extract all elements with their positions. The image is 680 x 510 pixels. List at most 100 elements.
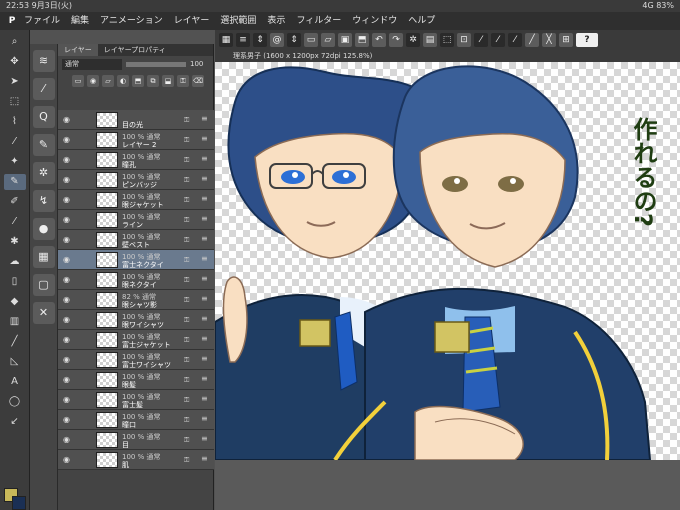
layer-menu-icon[interactable]: ≡ [201,354,208,363]
canvas[interactable]: 作れるの? [215,62,680,460]
airbrush-tool-icon[interactable]: ✱ [4,234,26,250]
canvas-tab[interactable]: 理系男子 (1600 x 1200px 72dpi 125.8%) [215,50,680,62]
sparkle-icon[interactable]: ✲ [406,33,420,47]
layer-menu-icon[interactable]: ≡ [201,314,208,323]
opacity-slider[interactable] [126,61,186,67]
new-folder-icon[interactable]: ▱ [102,75,114,87]
menu-file[interactable]: ファイル [24,12,60,30]
duplicate-icon[interactable]: ⧉ [147,75,159,87]
layer-row[interactable]: ◉ 100 % 通常肌 ⚿ ≡ [58,450,214,470]
layer-menu-icon[interactable]: ≡ [201,274,208,283]
subtool-circle-icon[interactable]: ● [32,218,55,240]
subtool-brush-icon[interactable]: ⁄ [32,78,55,100]
subtool-pen-icon[interactable]: ≋ [32,50,55,72]
blend-mode-select[interactable]: 通常 [62,58,122,70]
undo-icon[interactable]: ↶ [372,33,386,47]
lock-icon[interactable]: ⚿ [184,176,189,185]
export-icon[interactable]: ⬒ [355,33,369,47]
layer-menu-icon[interactable]: ≡ [201,234,208,243]
layer-row[interactable]: ◉ 100 % 通常目 ⚿ ≡ [58,430,214,450]
snap-special-icon[interactable]: ╳ [542,33,556,47]
lock-icon[interactable]: ⚿ [184,376,189,385]
pencil-tool-icon[interactable]: ✐ [4,194,26,210]
menu-window[interactable]: ウィンドウ [352,12,397,30]
grid-icon[interactable]: ▦ [219,33,233,47]
lock-icon[interactable]: ⚿ [184,336,189,345]
menu-layer[interactable]: レイヤー [174,12,210,30]
lock-icon[interactable]: ⚿ [184,276,189,285]
selection-icon[interactable]: ⬚ [440,33,454,47]
layer-row[interactable]: ◉ 100 % 通常 眼ジャケット ⚿ ≡ [58,190,214,210]
pen-tool-icon[interactable]: ✎ [3,174,26,190]
ruler-tool-icon[interactable]: ◺ [4,354,26,370]
layer-row[interactable]: ◉ 100 % 通常 眼ワイシャツ ⚿ ≡ [58,310,214,330]
layer-row[interactable]: ◉ 100 % 通常 レイヤー 2 ⚿ ≡ [58,130,214,150]
lock-icon[interactable]: ⚿ [184,256,189,265]
snap-grid-icon[interactable]: ⊞ [559,33,573,47]
lock-icon[interactable]: ⚿ [184,196,189,205]
subtool-search-icon[interactable]: Q [32,106,55,128]
visibility-eye-icon[interactable]: ◉ [63,155,72,164]
lock-icon[interactable]: ⚿ [184,236,189,245]
visibility-eye-icon[interactable]: ◉ [63,395,72,404]
fill-tool-icon[interactable]: ◆ [4,294,26,310]
new-raster-layer-icon[interactable]: ▭ [72,75,84,87]
open-folder-icon[interactable]: ▱ [321,33,335,47]
save-icon[interactable]: ▣ [338,33,352,47]
lock-icon[interactable]: ⚿ [184,296,189,305]
lock-icon[interactable]: ⚿ [184,116,189,125]
correction-tool-icon[interactable]: ↙ [4,414,26,430]
mask-icon[interactable]: ◐ [117,75,129,87]
lock-icon[interactable]: ⚿ [184,436,189,445]
visibility-eye-icon[interactable]: ◉ [63,255,72,264]
zoom-tool-icon[interactable]: ⌕ [4,34,26,50]
subtool-decoration-icon[interactable]: ✲ [32,162,55,184]
layer-row[interactable]: ◉ 100 % 通常 富士ワイシャツ ⚿ ≡ [58,350,214,370]
eyedropper-tool-icon[interactable]: ⁄ [4,134,26,150]
redo-icon[interactable]: ↷ [389,33,403,47]
trash-icon[interactable]: ⌫ [192,75,204,87]
visibility-eye-icon[interactable]: ◉ [63,355,72,364]
new-file-icon[interactable]: ▭ [304,33,318,47]
subtool-frame-icon[interactable]: ▢ [32,274,55,296]
layer-menu-icon[interactable]: ≡ [201,254,208,263]
lock-icon[interactable]: ⚿ [184,156,189,165]
lock-icon[interactable]: ⚿ [184,456,189,465]
visibility-eye-icon[interactable]: ◉ [63,315,72,324]
sub-color-swatch[interactable] [12,496,26,510]
visibility-eye-icon[interactable]: ◉ [63,275,72,284]
updown-icon-2[interactable]: ⇕ [287,33,301,47]
lasso-tool-icon[interactable]: ⌇ [4,114,26,130]
layer-menu-icon[interactable]: ≡ [201,194,208,203]
visibility-eye-icon[interactable]: ◉ [63,335,72,344]
eraser-tool-icon[interactable]: ▯ [4,274,26,290]
layer-row[interactable]: ◉ 82 % 通常 眼シャツ影 ⚿ ≡ [58,290,214,310]
layer-menu-icon[interactable]: ≡ [201,294,208,303]
layer-menu-icon[interactable]: ≡ [201,414,208,423]
visibility-eye-icon[interactable]: ◉ [63,215,72,224]
layer-row[interactable]: ◉ 100 % 通常 ピンバッジ ⚿ ≡ [58,170,214,190]
visibility-eye-icon[interactable]: ◉ [63,135,72,144]
balloon-tool-icon[interactable]: ◯ [4,394,26,410]
spiral-icon[interactable]: @ [270,33,284,47]
layer-menu-icon[interactable]: ≡ [201,394,208,403]
subtool-close-icon[interactable]: ✕ [32,302,55,324]
wand-tool-icon[interactable]: ✦ [4,154,26,170]
layer-menu-icon[interactable]: ≡ [201,434,208,443]
visibility-eye-icon[interactable]: ◉ [63,175,72,184]
blend-tool-icon[interactable]: ☁ [4,254,26,270]
lock-icon[interactable]: ⚿ [184,396,189,405]
figure-tool-icon[interactable]: ╱ [4,334,26,350]
layer-row[interactable]: ◉ 100 % 通常 壁ベスト ⚿ ≡ [58,230,214,250]
snap-ruler-icon[interactable]: ╱ [525,33,539,47]
visibility-eye-icon[interactable]: ◉ [63,375,72,384]
layer-menu-icon[interactable]: ≡ [201,374,208,383]
clip-icon[interactable]: ⬓ [162,75,174,87]
layer-menu-icon[interactable]: ≡ [201,174,208,183]
menu-view[interactable]: 表示 [267,12,285,30]
operation-tool-icon[interactable]: ➤ [4,74,26,90]
move-tool-icon[interactable]: ✥ [4,54,26,70]
visibility-eye-icon[interactable]: ◉ [63,415,72,424]
visibility-eye-icon[interactable]: ◉ [63,435,72,444]
lock-icon[interactable]: ⚿ [184,356,189,365]
